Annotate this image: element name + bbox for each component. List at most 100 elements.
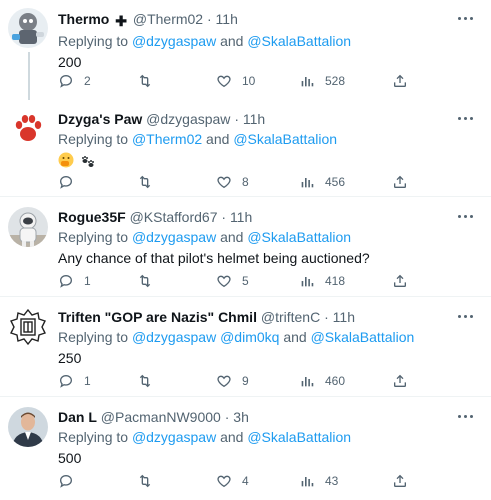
share-icon (392, 273, 408, 289)
astronaut-avatar (8, 207, 48, 247)
user-handle[interactable]: @dzygaspaw (146, 111, 230, 127)
share-button[interactable] (392, 172, 408, 192)
replying-to-label: Replying to (58, 229, 132, 245)
tweet-actions: 2 10 528 (58, 71, 410, 91)
more-options-icon[interactable] (455, 408, 475, 424)
user-handle[interactable]: @triftenC (261, 309, 320, 325)
tweet[interactable]: Dan L @PacmanNW9000 · 3h Replying to @dz… (0, 397, 491, 500)
views-count: 43 (325, 474, 339, 488)
mention-link[interactable]: @SkalaBattalion (311, 329, 415, 345)
more-options-icon[interactable] (455, 10, 475, 26)
like-button[interactable]: 5 (216, 271, 249, 291)
display-name[interactable]: Triften "GOP are Nazis" Chmil (58, 309, 257, 325)
replying-to-label: Replying to (58, 33, 132, 49)
avatar[interactable] (8, 108, 48, 148)
retweet-button[interactable] (137, 71, 163, 91)
tweet-text: 250 (58, 350, 82, 366)
views-icon (299, 373, 315, 389)
display-name[interactable]: Dzyga's Paw (58, 111, 142, 127)
tweet-actions: 8 456 (58, 172, 410, 192)
views-icon (299, 174, 315, 190)
views-count: 460 (325, 374, 346, 388)
timestamp[interactable]: 11h (243, 111, 265, 127)
retweet-button[interactable] (137, 172, 163, 192)
like-button[interactable]: 9 (216, 371, 249, 391)
mention-link[interactable]: @SkalaBattalion (247, 229, 351, 245)
like-icon (216, 373, 232, 389)
tweet-header: Rogue35F @KStafford67 · 11h (58, 208, 447, 226)
mention-link[interactable]: @Therm02 (132, 131, 202, 147)
mention-link[interactable]: @SkalaBattalion (233, 131, 337, 147)
separator-dot: · (234, 111, 239, 127)
display-name[interactable]: Rogue35F (58, 209, 126, 225)
views-count: 418 (325, 274, 346, 288)
more-options-icon[interactable] (455, 110, 475, 126)
reply-count: 2 (84, 74, 91, 88)
timestamp[interactable]: 3h (233, 409, 249, 425)
like-button[interactable]: 10 (216, 71, 255, 91)
reply-icon (58, 473, 74, 489)
separator-dot: · (224, 409, 230, 425)
retweet-button[interactable] (137, 271, 163, 291)
timestamp[interactable]: 11h (216, 11, 238, 27)
avatar[interactable] (8, 407, 48, 447)
display-name[interactable]: Dan L (58, 409, 97, 425)
mention-link[interactable]: @SkalaBattalion (247, 429, 351, 445)
separator-dot: · (324, 309, 329, 325)
share-button[interactable] (392, 71, 408, 91)
timestamp[interactable]: 11h (230, 209, 252, 225)
tweet[interactable]: Triften "GOP are Nazis" Chmil @triftenC … (0, 297, 491, 397)
like-button[interactable]: 4 (216, 471, 249, 491)
mention-link[interactable]: @dzygaspaw (132, 329, 216, 345)
tweet[interactable]: Rogue35F @KStafford67 · 11h Replying to … (0, 197, 491, 297)
user-handle[interactable]: @KStafford67 (130, 209, 218, 225)
reply-button[interactable]: 2 (58, 71, 91, 91)
user-handle[interactable]: @Therm02 (133, 11, 203, 27)
views-button[interactable]: 418 (299, 271, 345, 291)
tweet[interactable]: Thermo ✚ @Therm02 · 11h Replying to @dzy… (0, 0, 491, 100)
mention-link[interactable]: @dzygaspaw (132, 33, 216, 49)
tweet-header: Dan L @PacmanNW9000 · 3h (58, 408, 447, 426)
reply-context: Replying to @dzygaspaw and @SkalaBattali… (58, 228, 447, 247)
avatar[interactable] (8, 307, 48, 347)
views-button[interactable]: 528 (299, 71, 345, 91)
views-button[interactable]: 43 (299, 471, 338, 491)
emblem-avatar (8, 307, 48, 347)
separator-dot: · (206, 11, 212, 27)
views-count: 528 (325, 74, 346, 88)
avatar[interactable] (8, 207, 48, 247)
like-count: 5 (242, 274, 249, 288)
like-count: 10 (242, 74, 256, 88)
tweet-header: Triften "GOP are Nazis" Chmil @triftenC … (58, 308, 447, 326)
reply-button[interactable]: 1 (58, 271, 91, 291)
reply-button[interactable] (58, 471, 84, 491)
tweet[interactable]: Dzyga's Paw @dzygaspaw · 11h Replying to… (0, 100, 491, 197)
mention-link[interactable]: @dzygaspaw (132, 429, 216, 445)
replying-to-label: Replying to (58, 429, 132, 445)
mention-link[interactable]: @dzygaspaw (132, 229, 216, 245)
retweet-button[interactable] (137, 471, 163, 491)
share-button[interactable] (392, 371, 408, 391)
mention-link[interactable]: @SkalaBattalion (247, 33, 351, 49)
retweet-button[interactable] (137, 371, 163, 391)
timestamp[interactable]: 11h (333, 309, 355, 325)
display-name[interactable]: Thermo (58, 11, 109, 27)
views-button[interactable]: 456 (299, 172, 345, 192)
reply-context: Replying to @dzygaspaw and @SkalaBattali… (58, 428, 447, 447)
user-handle[interactable]: @PacmanNW9000 (101, 409, 221, 425)
like-button[interactable]: 8 (216, 172, 249, 192)
share-button[interactable] (392, 471, 408, 491)
views-button[interactable]: 460 (299, 371, 345, 391)
reply-count: 1 (84, 274, 91, 288)
mention-link[interactable]: @dim0kq (220, 329, 279, 345)
avatar[interactable] (8, 8, 48, 48)
reply-button[interactable] (58, 172, 84, 192)
share-icon (392, 373, 408, 389)
reply-button[interactable]: 1 (58, 371, 91, 391)
reply-icon (58, 174, 74, 190)
more-options-icon[interactable] (455, 308, 475, 324)
share-button[interactable] (392, 271, 408, 291)
tweet-header: Dzyga's Paw @dzygaspaw · 11h (58, 110, 447, 128)
tweet-actions: 4 43 (58, 471, 410, 491)
more-options-icon[interactable] (455, 208, 475, 224)
